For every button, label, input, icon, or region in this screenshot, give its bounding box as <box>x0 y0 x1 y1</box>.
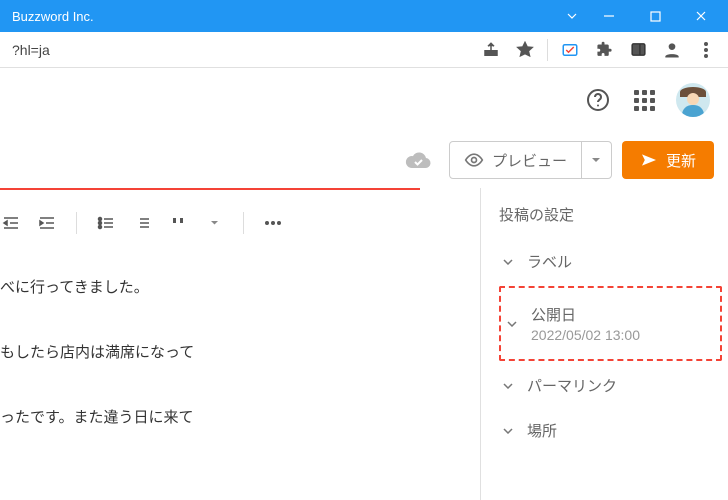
preview-label: プレビュー <box>492 150 567 171</box>
content-line: べに行ってきました。 <box>0 268 470 307</box>
sidebar-item-label: パーマリンク <box>527 375 718 396</box>
help-icon[interactable] <box>584 86 612 114</box>
window-maximize-button[interactable] <box>632 0 678 32</box>
window-minimize-button[interactable] <box>586 0 632 32</box>
browser-menu-icon[interactable] <box>692 36 720 64</box>
content-line: ったです。また違う日に来て <box>0 398 470 437</box>
extension-permit-icon[interactable] <box>556 36 584 64</box>
publish-date-value: 2022/05/02 13:00 <box>531 327 714 343</box>
send-icon <box>640 153 658 167</box>
app-header <box>0 68 728 132</box>
url-text[interactable]: ?hl=ja <box>8 42 471 58</box>
content-line: もしたら店内は満席になって <box>0 333 470 372</box>
window-close-button[interactable] <box>678 0 724 32</box>
numbered-list-button[interactable] <box>131 212 153 234</box>
chevron-down-icon <box>503 428 515 434</box>
sidebar-item-label: ラベル <box>527 251 718 272</box>
sidebar-item-labels[interactable]: ラベル <box>499 239 722 284</box>
title-underline <box>0 188 420 190</box>
preview-button[interactable]: プレビュー <box>450 142 581 178</box>
profile-icon[interactable] <box>658 36 686 64</box>
publish-date-highlight: 公開日 2022/05/02 13:00 <box>499 286 722 361</box>
browser-address-bar: ?hl=ja <box>0 32 728 68</box>
extensions-icon[interactable] <box>590 36 618 64</box>
post-settings-sidebar: 投稿の設定 ラベル 公開日 2022/05/02 13:00 パーマリンク 場所 <box>480 188 728 500</box>
more-tools-button[interactable] <box>262 212 284 234</box>
window-titlebar: Buzzword Inc. <box>0 0 728 32</box>
sidebar-item-publish-date[interactable]: 公開日 2022/05/02 13:00 <box>503 292 718 355</box>
bookmark-star-icon[interactable] <box>511 36 539 64</box>
sidebar-title: 投稿の設定 <box>499 204 722 225</box>
toolbar-separator <box>243 212 244 234</box>
editor-content[interactable]: べに行ってきました。 もしたら店内は満席になって ったです。また違う日に来て <box>0 234 480 437</box>
account-avatar[interactable] <box>676 83 710 117</box>
bullet-list-button[interactable] <box>95 212 117 234</box>
toolbar-separator <box>76 212 77 234</box>
main-content-row: べに行ってきました。 もしたら店内は満席になって ったです。また違う日に来て 投… <box>0 188 728 500</box>
update-button[interactable]: 更新 <box>622 141 714 179</box>
sidebar-item-location[interactable]: 場所 <box>499 408 722 453</box>
editor-pane: べに行ってきました。 もしたら店内は満席になって ったです。また違う日に来て <box>0 188 480 500</box>
indent-increase-button[interactable] <box>36 212 58 234</box>
preview-button-group: プレビュー <box>449 141 612 179</box>
addressbar-separator <box>547 39 548 61</box>
titlebar-dropdown-icon[interactable] <box>558 13 586 19</box>
quote-dropdown-icon[interactable] <box>203 212 225 234</box>
chevron-down-icon <box>503 259 515 265</box>
chevron-down-icon <box>507 321 519 327</box>
preview-dropdown-button[interactable] <box>581 142 611 178</box>
sidepanel-icon[interactable] <box>624 36 652 64</box>
sidebar-item-label: 場所 <box>527 420 718 441</box>
quote-button[interactable] <box>167 212 189 234</box>
share-icon[interactable] <box>477 36 505 64</box>
action-row: プレビュー 更新 <box>0 132 728 188</box>
apps-grid-icon[interactable] <box>630 86 658 114</box>
eye-icon <box>464 153 484 167</box>
editor-toolbar <box>0 208 480 234</box>
window-title: Buzzword Inc. <box>12 9 558 24</box>
save-status-cloud-icon <box>403 145 433 175</box>
chevron-down-icon <box>503 383 515 389</box>
sidebar-item-permalink[interactable]: パーマリンク <box>499 363 722 408</box>
update-label: 更新 <box>666 150 696 171</box>
indent-decrease-button[interactable] <box>0 212 22 234</box>
publish-date-heading: 公開日 <box>531 304 714 325</box>
